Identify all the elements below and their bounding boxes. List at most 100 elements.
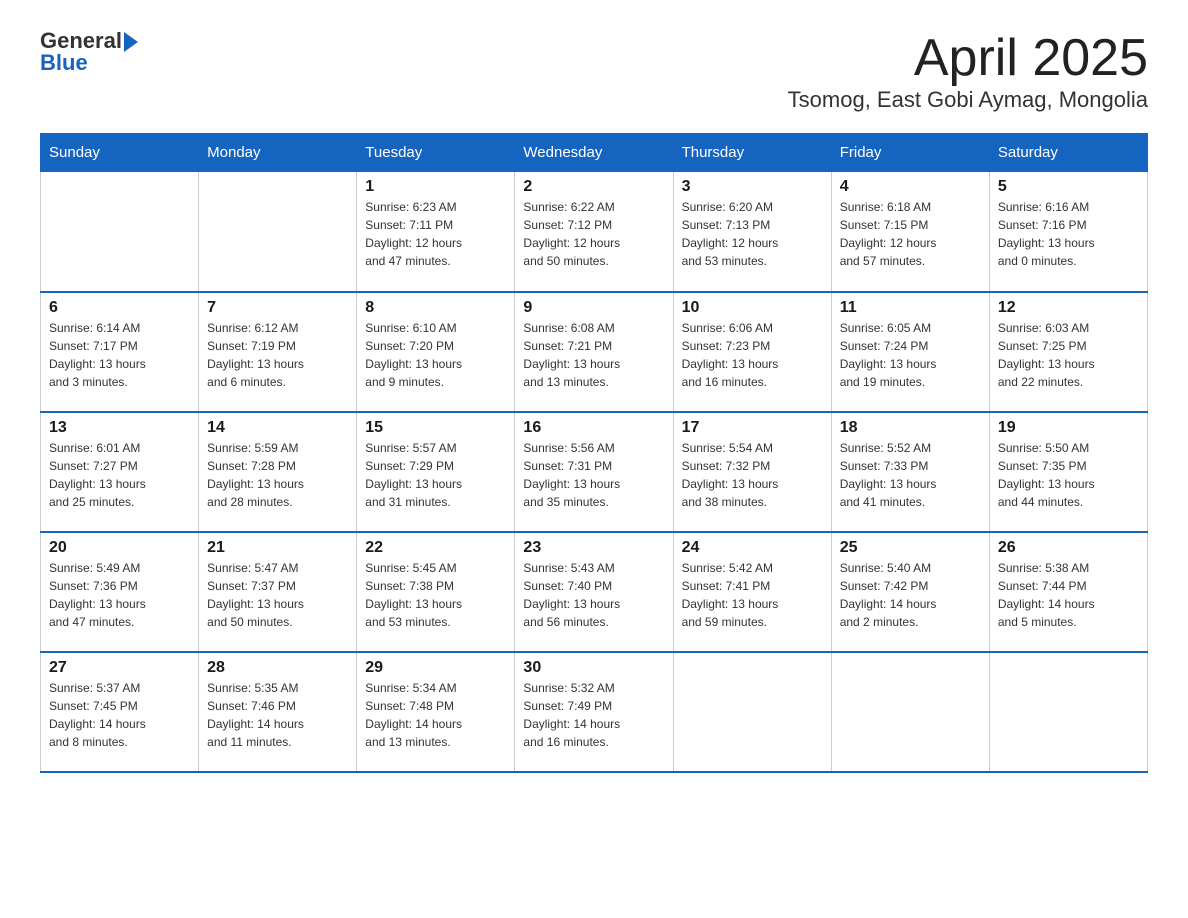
day-info: Sunrise: 5:35 AM Sunset: 7:46 PM Dayligh…	[207, 679, 348, 751]
day-number: 28	[207, 659, 348, 677]
day-info: Sunrise: 6:06 AM Sunset: 7:23 PM Dayligh…	[682, 319, 823, 391]
day-number: 21	[207, 539, 348, 557]
calendar-cell: 1 Sunrise: 6:23 AM Sunset: 7:11 PM Daylig…	[357, 172, 515, 292]
day-info: Sunrise: 5:54 AM Sunset: 7:32 PM Dayligh…	[682, 439, 823, 511]
logo-arrow-icon	[124, 32, 138, 52]
day-number: 12	[998, 299, 1139, 317]
calendar-header-row: SundayMondayTuesdayWednesdayThursdayFrid…	[41, 134, 1148, 172]
calendar-cell: 16 Sunrise: 5:56 AM Sunset: 7:31 PM Dayli…	[515, 412, 673, 532]
calendar-cell: 8 Sunrise: 6:10 AM Sunset: 7:20 PM Daylig…	[357, 292, 515, 412]
calendar-cell: 3Sunrise: 6:20 AM Sunset: 7:13 PM Daylig…	[673, 172, 831, 292]
calendar-cell: 22Sunrise: 5:45 AM Sunset: 7:38 PM Dayli…	[357, 532, 515, 652]
day-number: 23	[523, 539, 664, 557]
calendar-header-monday: Monday	[199, 134, 357, 172]
day-info: Sunrise: 5:45 AM Sunset: 7:38 PM Dayligh…	[365, 559, 506, 631]
calendar-cell: 12 Sunrise: 6:03 AM Sunset: 7:25 PM Dayli…	[989, 292, 1147, 412]
day-info: Sunrise: 6:10 AM Sunset: 7:20 PM Dayligh…	[365, 319, 506, 391]
calendar-cell	[989, 652, 1147, 772]
day-info: Sunrise: 6:18 AM Sunset: 7:15 PM Dayligh…	[840, 198, 981, 270]
day-number: 30	[523, 659, 664, 677]
calendar-cell	[831, 652, 989, 772]
calendar-cell: 9 Sunrise: 6:08 AM Sunset: 7:21 PM Daylig…	[515, 292, 673, 412]
day-info: Sunrise: 6:23 AM Sunset: 7:11 PM Dayligh…	[365, 198, 506, 270]
calendar-cell: 19 Sunrise: 5:50 AM Sunset: 7:35 PM Dayli…	[989, 412, 1147, 532]
day-info: Sunrise: 5:32 AM Sunset: 7:49 PM Dayligh…	[523, 679, 664, 751]
calendar-header-tuesday: Tuesday	[357, 134, 515, 172]
day-info: Sunrise: 5:57 AM Sunset: 7:29 PM Dayligh…	[365, 439, 506, 511]
calendar-week-row: 13Sunrise: 6:01 AM Sunset: 7:27 PM Dayli…	[41, 412, 1148, 532]
day-info: Sunrise: 5:40 AM Sunset: 7:42 PM Dayligh…	[840, 559, 981, 631]
day-number: 29	[365, 659, 506, 677]
calendar-cell	[673, 652, 831, 772]
day-info: Sunrise: 6:14 AM Sunset: 7:17 PM Dayligh…	[49, 319, 190, 391]
day-info: Sunrise: 5:56 AM Sunset: 7:31 PM Dayligh…	[523, 439, 664, 511]
calendar-cell	[199, 172, 357, 292]
day-info: Sunrise: 5:37 AM Sunset: 7:45 PM Dayligh…	[49, 679, 190, 751]
calendar-header-friday: Friday	[831, 134, 989, 172]
calendar-cell: 28 Sunrise: 5:35 AM Sunset: 7:46 PM Dayli…	[199, 652, 357, 772]
calendar-cell: 27Sunrise: 5:37 AM Sunset: 7:45 PM Dayli…	[41, 652, 199, 772]
calendar-cell: 17 Sunrise: 5:54 AM Sunset: 7:32 PM Dayli…	[673, 412, 831, 532]
calendar-cell: 2 Sunrise: 6:22 AM Sunset: 7:12 PM Daylig…	[515, 172, 673, 292]
day-number: 5	[998, 178, 1139, 196]
calendar-cell: 14 Sunrise: 5:59 AM Sunset: 7:28 PM Dayli…	[199, 412, 357, 532]
logo: General Blue	[40, 30, 138, 74]
calendar-cell: 4 Sunrise: 6:18 AM Sunset: 7:15 PM Daylig…	[831, 172, 989, 292]
day-number: 17	[682, 419, 823, 437]
calendar-cell: 18 Sunrise: 5:52 AM Sunset: 7:33 PM Dayli…	[831, 412, 989, 532]
calendar-week-row: 6 Sunrise: 6:14 AM Sunset: 7:17 PM Daylig…	[41, 292, 1148, 412]
day-info: Sunrise: 6:01 AM Sunset: 7:27 PM Dayligh…	[49, 439, 190, 511]
calendar-week-row: 20 Sunrise: 5:49 AM Sunset: 7:36 PM Dayli…	[41, 532, 1148, 652]
day-info: Sunrise: 6:05 AM Sunset: 7:24 PM Dayligh…	[840, 319, 981, 391]
day-info: Sunrise: 5:49 AM Sunset: 7:36 PM Dayligh…	[49, 559, 190, 631]
day-number: 11	[840, 299, 981, 317]
day-number: 25	[840, 539, 981, 557]
day-number: 2	[523, 178, 664, 196]
day-number: 7	[207, 299, 348, 317]
calendar-header-saturday: Saturday	[989, 134, 1147, 172]
day-info: Sunrise: 6:12 AM Sunset: 7:19 PM Dayligh…	[207, 319, 348, 391]
calendar-header-sunday: Sunday	[41, 134, 199, 172]
day-info: Sunrise: 5:47 AM Sunset: 7:37 PM Dayligh…	[207, 559, 348, 631]
day-info: Sunrise: 5:59 AM Sunset: 7:28 PM Dayligh…	[207, 439, 348, 511]
calendar-table: SundayMondayTuesdayWednesdayThursdayFrid…	[40, 133, 1148, 773]
title-block: April 2025 Tsomog, East Gobi Aymag, Mong…	[788, 30, 1148, 113]
day-info: Sunrise: 5:50 AM Sunset: 7:35 PM Dayligh…	[998, 439, 1139, 511]
calendar-cell: 6 Sunrise: 6:14 AM Sunset: 7:17 PM Daylig…	[41, 292, 199, 412]
day-number: 16	[523, 419, 664, 437]
calendar-cell: 21 Sunrise: 5:47 AM Sunset: 7:37 PM Dayli…	[199, 532, 357, 652]
calendar-cell: 5 Sunrise: 6:16 AM Sunset: 7:16 PM Daylig…	[989, 172, 1147, 292]
calendar-cell: 23Sunrise: 5:43 AM Sunset: 7:40 PM Dayli…	[515, 532, 673, 652]
calendar-header-thursday: Thursday	[673, 134, 831, 172]
day-number: 6	[49, 299, 190, 317]
page-subtitle: Tsomog, East Gobi Aymag, Mongolia	[788, 87, 1148, 113]
day-info: Sunrise: 6:16 AM Sunset: 7:16 PM Dayligh…	[998, 198, 1139, 270]
calendar-week-row: 1 Sunrise: 6:23 AM Sunset: 7:11 PM Daylig…	[41, 172, 1148, 292]
day-number: 1	[365, 178, 506, 196]
logo-text-general: General	[40, 30, 122, 52]
day-number: 8	[365, 299, 506, 317]
day-number: 9	[523, 299, 664, 317]
day-number: 24	[682, 539, 823, 557]
day-number: 15	[365, 419, 506, 437]
day-number: 10	[682, 299, 823, 317]
day-number: 18	[840, 419, 981, 437]
day-number: 20	[49, 539, 190, 557]
calendar-cell: 13Sunrise: 6:01 AM Sunset: 7:27 PM Dayli…	[41, 412, 199, 532]
calendar-cell: 7 Sunrise: 6:12 AM Sunset: 7:19 PM Daylig…	[199, 292, 357, 412]
calendar-cell: 15 Sunrise: 5:57 AM Sunset: 7:29 PM Dayli…	[357, 412, 515, 532]
day-info: Sunrise: 6:22 AM Sunset: 7:12 PM Dayligh…	[523, 198, 664, 270]
day-info: Sunrise: 6:03 AM Sunset: 7:25 PM Dayligh…	[998, 319, 1139, 391]
day-info: Sunrise: 6:08 AM Sunset: 7:21 PM Dayligh…	[523, 319, 664, 391]
calendar-cell: 10 Sunrise: 6:06 AM Sunset: 7:23 PM Dayli…	[673, 292, 831, 412]
day-number: 4	[840, 178, 981, 196]
calendar-cell: 25 Sunrise: 5:40 AM Sunset: 7:42 PM Dayli…	[831, 532, 989, 652]
day-info: Sunrise: 5:52 AM Sunset: 7:33 PM Dayligh…	[840, 439, 981, 511]
calendar-header-wednesday: Wednesday	[515, 134, 673, 172]
day-info: Sunrise: 5:34 AM Sunset: 7:48 PM Dayligh…	[365, 679, 506, 751]
logo-text-blue: Blue	[40, 52, 138, 74]
day-number: 3	[682, 178, 823, 196]
calendar-cell: 11 Sunrise: 6:05 AM Sunset: 7:24 PM Dayli…	[831, 292, 989, 412]
day-number: 14	[207, 419, 348, 437]
day-number: 19	[998, 419, 1139, 437]
